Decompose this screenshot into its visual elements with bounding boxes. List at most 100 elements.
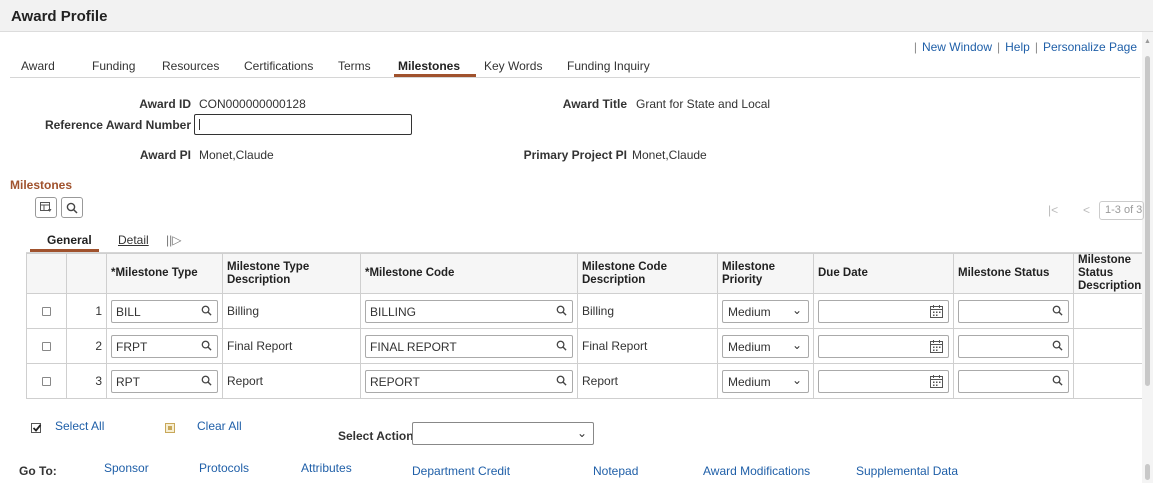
previous-page-icon[interactable]: <: [1083, 203, 1090, 217]
clear-all-link[interactable]: Clear All: [197, 419, 242, 433]
subtab-detail[interactable]: Detail: [118, 233, 149, 247]
award-title-label: Award Title: [562, 97, 627, 111]
row-select-checkbox[interactable]: [42, 342, 51, 352]
column-header[interactable]: Milestone Status: [953, 253, 1074, 294]
goto-supplemental-data-link[interactable]: Supplemental Data: [856, 464, 958, 478]
column-header[interactable]: Due Date: [813, 253, 954, 294]
milestone-priority-select[interactable]: Medium ⌄: [722, 369, 809, 393]
milestone-status-input[interactable]: [958, 369, 1069, 393]
show-all-columns-icon[interactable]: ||▷: [166, 233, 181, 247]
milestone-type-description: Report: [222, 363, 361, 399]
search-icon[interactable]: [556, 375, 567, 386]
milestone-code-description: Billing: [577, 293, 718, 329]
calendar-icon[interactable]: [930, 339, 943, 353]
milestone-priority-select[interactable]: Medium ⌄: [722, 299, 809, 323]
milestone-priority-select[interactable]: Medium ⌄: [722, 334, 809, 358]
tab-funding-inquiry[interactable]: Funding Inquiry: [567, 59, 650, 73]
tab-resources[interactable]: Resources: [162, 59, 219, 73]
subtab-general[interactable]: General: [47, 233, 92, 247]
milestone-code-description: Report: [577, 363, 718, 399]
milestone-code-value: FINAL REPORT: [370, 339, 457, 354]
primary-project-pi-value: Monet,Claude: [632, 148, 707, 162]
milestone-status-description: [1073, 328, 1142, 364]
milestone-type-value: FRPT: [116, 339, 148, 354]
select-action-label: Select Action: [338, 429, 414, 443]
column-header[interactable]: Milestone Type Description: [222, 253, 361, 294]
milestone-type-description: Final Report: [222, 328, 361, 364]
search-icon[interactable]: [201, 340, 212, 351]
column-header[interactable]: *Milestone Type: [106, 253, 223, 294]
select-column-header: [26, 253, 67, 294]
due-date-input[interactable]: [818, 334, 949, 358]
milestone-type-input[interactable]: FRPT: [111, 334, 218, 358]
milestone-type-description: Billing: [222, 293, 361, 329]
grid-personalize-icon: [40, 202, 52, 212]
active-tab-indicator: [394, 74, 476, 77]
search-icon[interactable]: [1052, 340, 1063, 351]
column-header[interactable]: Milestone Priority: [717, 253, 814, 294]
scroll-up-arrow-icon[interactable]: ▲: [1144, 38, 1151, 45]
scrollbar-bottom-thumb[interactable]: [1145, 464, 1150, 480]
find-in-grid-button[interactable]: [61, 197, 83, 218]
calendar-icon[interactable]: [930, 374, 943, 388]
row-number-column-header: [66, 253, 107, 294]
goto-notepad-link[interactable]: Notepad: [593, 464, 638, 478]
select-all-link[interactable]: Select All: [55, 419, 104, 433]
milestone-code-value: BILLING: [370, 304, 417, 319]
reference-award-number-input[interactable]: [194, 114, 412, 135]
row-select-checkbox[interactable]: [42, 307, 51, 317]
table-row: 2 FRPT Final Report FINAL REPORT Final R…: [26, 328, 1142, 364]
row-number: 3: [66, 363, 107, 399]
tab-award[interactable]: Award: [21, 59, 55, 73]
tab-key-words[interactable]: Key Words: [484, 59, 542, 73]
goto-protocols-link[interactable]: Protocols: [199, 461, 249, 475]
search-icon[interactable]: [556, 305, 567, 316]
milestone-status-description: [1073, 363, 1142, 399]
milestone-code-input[interactable]: BILLING: [365, 299, 573, 323]
row-select-checkbox[interactable]: [42, 377, 51, 387]
column-header[interactable]: Milestone Status Description: [1073, 253, 1142, 294]
select-action-dropdown[interactable]: ⌄: [412, 422, 594, 445]
award-id-label: Award ID: [139, 97, 191, 111]
milestone-code-input[interactable]: FINAL REPORT: [365, 334, 573, 358]
first-page-icon[interactable]: |<: [1048, 203, 1058, 217]
page-header: Award Profile: [0, 0, 1153, 32]
personalize-grid-button[interactable]: [35, 197, 57, 218]
text-caret: [199, 119, 200, 130]
select-all-checkbox[interactable]: [31, 423, 42, 433]
milestone-type-input[interactable]: RPT: [111, 369, 218, 393]
tab-milestones[interactable]: Milestones: [398, 59, 460, 73]
search-icon[interactable]: [1052, 375, 1063, 386]
milestones-section-title: Milestones: [10, 178, 73, 192]
clear-all-checkbox[interactable]: [165, 423, 175, 433]
goto-attributes-link[interactable]: Attributes: [301, 461, 352, 475]
scrollbar-thumb[interactable]: [1145, 56, 1150, 386]
goto-award-modifications-link[interactable]: Award Modifications: [703, 464, 810, 478]
search-icon[interactable]: [201, 375, 212, 386]
vertical-scrollbar[interactable]: ▲: [1142, 32, 1153, 483]
tab-certifications[interactable]: Certifications: [244, 59, 313, 73]
milestone-code-input[interactable]: REPORT: [365, 369, 573, 393]
reference-award-number-label: Reference Award Number: [44, 118, 191, 132]
tab-funding[interactable]: Funding: [92, 59, 135, 73]
milestone-type-input[interactable]: BILL: [111, 299, 218, 323]
milestone-priority-value: Medium: [728, 304, 771, 319]
milestone-type-value: RPT: [116, 374, 140, 389]
column-header[interactable]: *Milestone Code: [360, 253, 578, 294]
milestone-status-input[interactable]: [958, 299, 1069, 323]
calendar-icon[interactable]: [930, 304, 943, 318]
chevron-down-icon: ⌄: [791, 302, 802, 317]
due-date-input[interactable]: [818, 369, 949, 393]
column-header[interactable]: Milestone Code Description: [577, 253, 718, 294]
tab-terms[interactable]: Terms: [338, 59, 371, 73]
search-icon[interactable]: [201, 305, 212, 316]
milestone-type-value: BILL: [116, 304, 141, 319]
goto-department-credit-link[interactable]: Department Credit: [412, 464, 510, 478]
due-date-input[interactable]: [818, 299, 949, 323]
search-icon[interactable]: [556, 340, 567, 351]
milestone-status-input[interactable]: [958, 334, 1069, 358]
search-icon[interactable]: [1052, 305, 1063, 316]
goto-sponsor-link[interactable]: Sponsor: [104, 461, 149, 475]
chevron-down-icon: ⌄: [791, 337, 802, 352]
page-title: Award Profile: [11, 8, 108, 25]
